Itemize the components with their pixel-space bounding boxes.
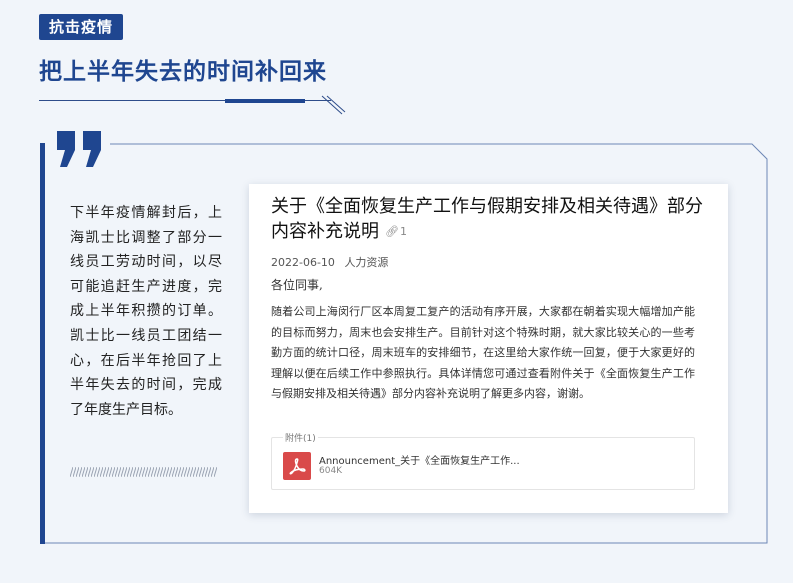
- announcement-body: 随着公司上海闵行厂区本周复工复产的活动有序开展，大家都在朝着实现大幅增加产能的目…: [271, 305, 695, 400]
- announcement-card: 关于《全面恢复生产工作与假期安排及相关待遇》部分内容补充说明 🔗︎1 2022-0…: [249, 184, 728, 513]
- announcement-date: 2022-06-10: [271, 256, 335, 269]
- attachment-file-name[interactable]: Announcement_关于《全面恢复生产工作...: [319, 452, 520, 467]
- attachment-count: 1: [399, 225, 407, 238]
- paperclip-icon: 🔗︎: [385, 225, 399, 238]
- section-tag: 抗击疫情: [39, 14, 124, 40]
- divider-slash-decoration: [321, 95, 346, 115]
- pdf-icon[interactable]: [283, 452, 311, 480]
- attachment-count-badge: 🔗︎1: [385, 219, 407, 244]
- announcement-meta: 2022-06-10 人力资源: [271, 254, 394, 270]
- attachments-label: 附件(1): [283, 431, 318, 444]
- story-text: 下半年疫情解封后，上海凯士比调整了部分一线员工劳动时间，以尽可能追赶生产进度，完…: [70, 205, 222, 418]
- quote-icon: [57, 131, 101, 167]
- frame-left-bar: [40, 143, 45, 544]
- announcement-department: 人力资源: [344, 256, 389, 269]
- hatch-decoration: [70, 467, 217, 477]
- announcement-title-text: 关于《全面恢复生产工作与假期安排及相关待遇》部分内容补充说明: [271, 196, 703, 242]
- attachment-file-size: 604K: [319, 466, 343, 476]
- announcement-greeting: 各位同事,: [271, 278, 323, 292]
- page-headline: 把上半年失去的时间补回来: [39, 59, 327, 85]
- headline-divider-accent: [225, 99, 305, 103]
- announcement-title[interactable]: 关于《全面恢复生产工作与假期安排及相关待遇》部分内容补充说明 🔗︎1: [271, 194, 716, 244]
